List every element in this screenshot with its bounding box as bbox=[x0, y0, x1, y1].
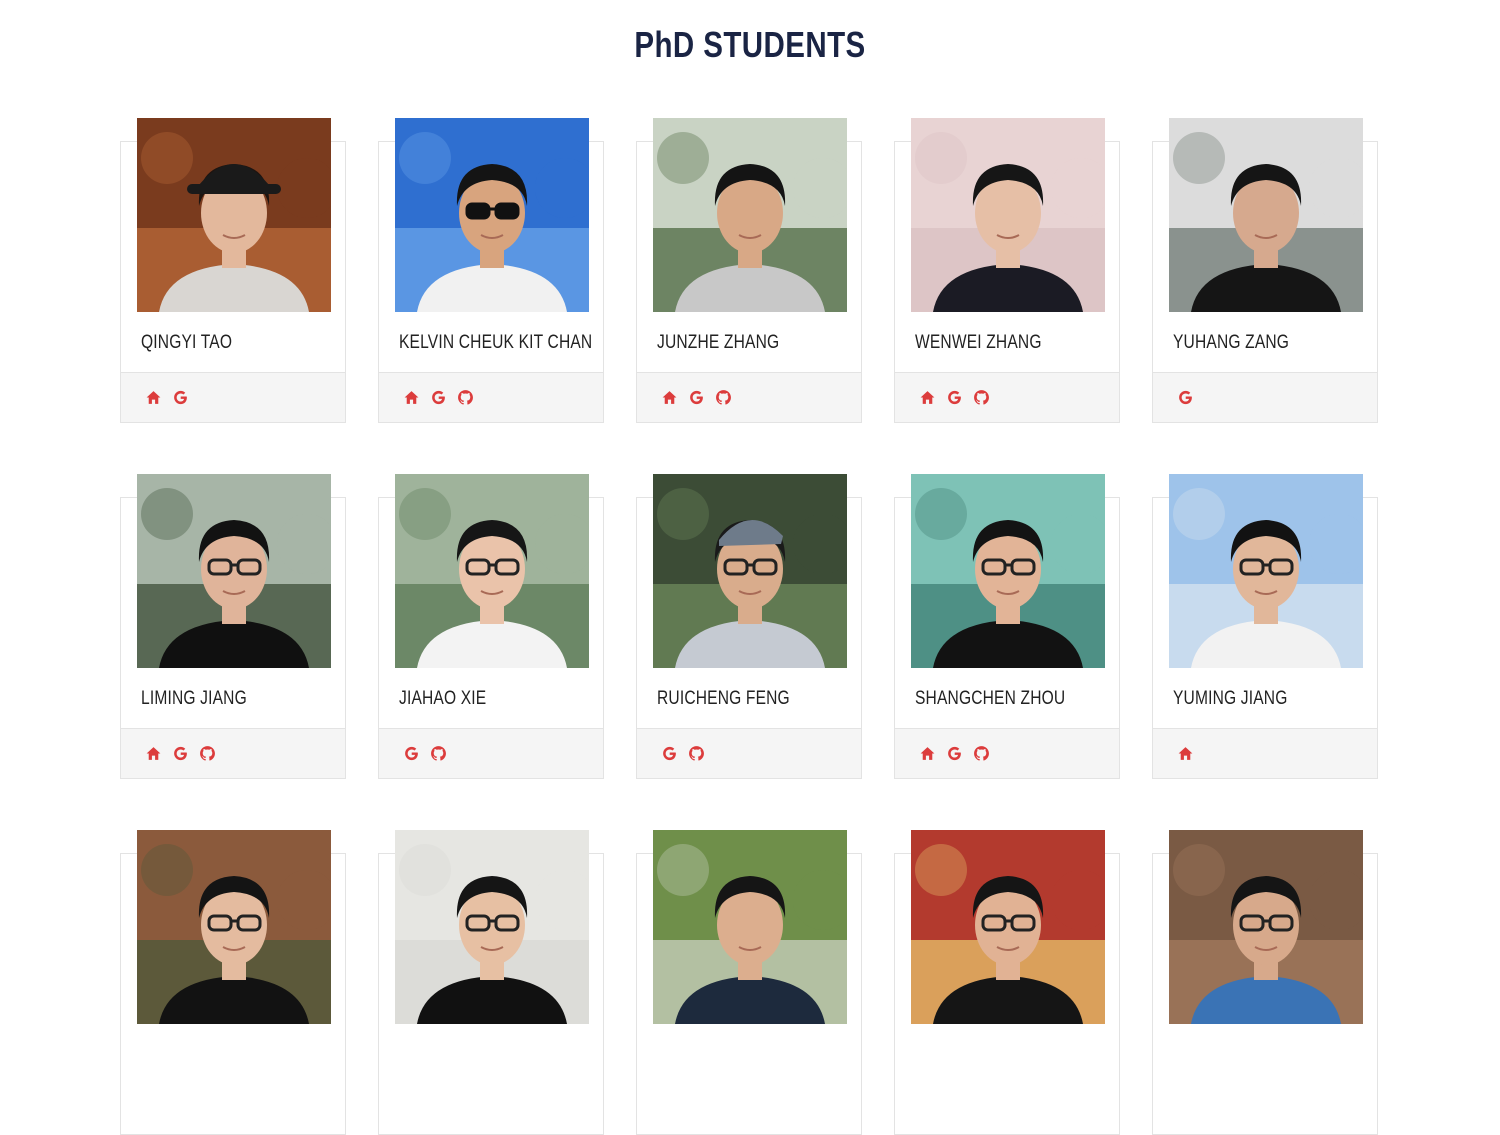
student-card bbox=[894, 830, 1120, 1135]
student-links bbox=[121, 372, 345, 422]
home-icon[interactable] bbox=[1177, 745, 1194, 762]
student-card bbox=[120, 830, 346, 1135]
google-scholar-icon[interactable] bbox=[946, 745, 963, 762]
home-icon[interactable] bbox=[919, 745, 936, 762]
student-card bbox=[1152, 830, 1378, 1135]
student-photo bbox=[911, 118, 1105, 312]
student-links bbox=[379, 372, 603, 422]
student-name: JUNZHE ZHANG bbox=[657, 332, 780, 353]
google-scholar-icon[interactable] bbox=[946, 389, 963, 406]
home-icon[interactable] bbox=[145, 389, 162, 406]
student-links bbox=[895, 728, 1119, 778]
github-icon[interactable] bbox=[973, 745, 990, 762]
student-photo bbox=[653, 830, 847, 1024]
student-card: RUICHENG FENG bbox=[636, 474, 862, 779]
student-name: QINGYI TAO bbox=[141, 332, 233, 353]
home-icon[interactable] bbox=[403, 389, 420, 406]
student-name: RUICHENG FENG bbox=[657, 688, 790, 709]
google-scholar-icon[interactable] bbox=[1177, 389, 1194, 406]
student-photo bbox=[1169, 830, 1363, 1024]
google-scholar-icon[interactable] bbox=[688, 389, 705, 406]
student-card: YUMING JIANG bbox=[1152, 474, 1378, 779]
google-scholar-icon[interactable] bbox=[172, 745, 189, 762]
student-grid: QINGYI TAO KELVIN CHEUK KIT CHAN JUNZHE … bbox=[0, 0, 1500, 1135]
student-card: YUHANG ZANG bbox=[1152, 118, 1378, 423]
student-photo bbox=[911, 474, 1105, 668]
student-card: JIAHAO XIE bbox=[378, 474, 604, 779]
student-photo bbox=[1169, 118, 1363, 312]
student-name: YUMING JIANG bbox=[1173, 688, 1288, 709]
student-photo bbox=[137, 118, 331, 312]
student-name: LIMING JIANG bbox=[141, 688, 247, 709]
github-icon[interactable] bbox=[973, 389, 990, 406]
github-icon[interactable] bbox=[715, 389, 732, 406]
student-name: JIAHAO XIE bbox=[399, 688, 487, 709]
student-card: WENWEI ZHANG bbox=[894, 118, 1120, 423]
home-icon[interactable] bbox=[661, 389, 678, 406]
home-icon[interactable] bbox=[919, 389, 936, 406]
student-links bbox=[1153, 372, 1377, 422]
student-card: SHANGCHEN ZHOU bbox=[894, 474, 1120, 779]
github-icon[interactable] bbox=[688, 745, 705, 762]
student-photo bbox=[137, 474, 331, 668]
student-photo bbox=[1169, 474, 1363, 668]
student-name: KELVIN CHEUK KIT CHAN bbox=[399, 332, 593, 353]
student-name: YUHANG ZANG bbox=[1173, 332, 1290, 353]
student-name: WENWEI ZHANG bbox=[915, 332, 1042, 353]
google-scholar-icon[interactable] bbox=[403, 745, 420, 762]
student-photo bbox=[395, 118, 589, 312]
student-links bbox=[121, 728, 345, 778]
student-name: SHANGCHEN ZHOU bbox=[915, 688, 1066, 709]
google-scholar-icon[interactable] bbox=[430, 389, 447, 406]
student-photo bbox=[137, 830, 331, 1024]
student-card bbox=[636, 830, 862, 1135]
github-icon[interactable] bbox=[430, 745, 447, 762]
student-photo bbox=[653, 474, 847, 668]
student-card: JUNZHE ZHANG bbox=[636, 118, 862, 423]
student-links bbox=[1153, 728, 1377, 778]
student-photo bbox=[653, 118, 847, 312]
student-photo bbox=[395, 474, 589, 668]
student-photo bbox=[395, 830, 589, 1024]
student-links bbox=[895, 372, 1119, 422]
home-icon[interactable] bbox=[145, 745, 162, 762]
student-card: KELVIN CHEUK KIT CHAN bbox=[378, 118, 604, 423]
github-icon[interactable] bbox=[457, 389, 474, 406]
student-card: LIMING JIANG bbox=[120, 474, 346, 779]
google-scholar-icon[interactable] bbox=[661, 745, 678, 762]
student-links bbox=[637, 728, 861, 778]
student-card: QINGYI TAO bbox=[120, 118, 346, 423]
student-links bbox=[379, 728, 603, 778]
student-photo bbox=[911, 830, 1105, 1024]
google-scholar-icon[interactable] bbox=[172, 389, 189, 406]
student-card bbox=[378, 830, 604, 1135]
github-icon[interactable] bbox=[199, 745, 216, 762]
student-links bbox=[637, 372, 861, 422]
